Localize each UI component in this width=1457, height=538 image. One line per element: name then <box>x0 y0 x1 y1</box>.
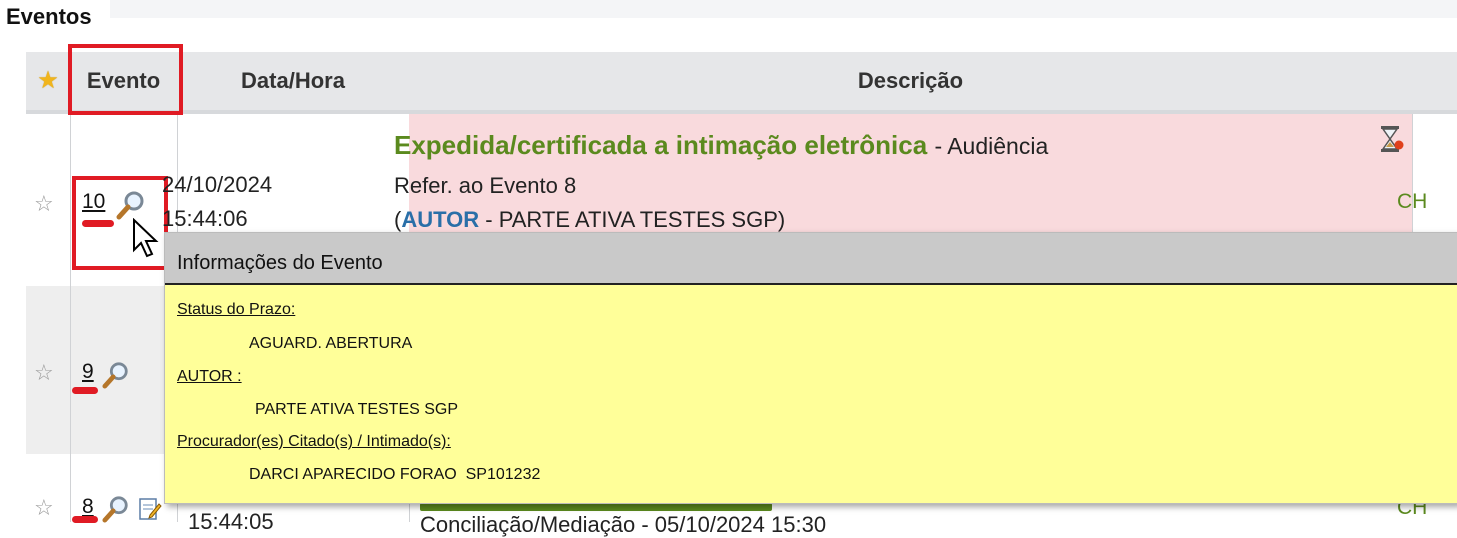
event-info-tooltip: Informações do Evento Status do Prazo: A… <box>164 232 1457 504</box>
procurador-value: DARCI APARECIDO FORAO SP101232 <box>249 466 541 483</box>
event-description-title: Expedida/certificada a intimação eletrôn… <box>394 130 1048 161</box>
party-role: AUTOR <box>401 207 480 232</box>
star-icon[interactable]: ★ <box>37 69 59 93</box>
event-number-link[interactable]: 9 <box>82 360 94 384</box>
event-description-title-text: Expedida/certificada a intimação eletrôn… <box>394 130 928 160</box>
status-value: AGUARD. ABERTURA <box>249 335 413 352</box>
autor-value: PARTE ATIVA TESTES SGP <box>255 401 459 418</box>
party-name: - PARTE ATIVA TESTES SGP) <box>485 207 786 232</box>
header-data-hora-label: Data/Hora <box>241 68 345 93</box>
event-description: Conciliação/Mediação - 05/10/2024 15:30 <box>420 512 827 537</box>
event-party: (AUTOR - PARTE ATIVA TESTES SGP) <box>394 207 785 233</box>
red-underline-mark <box>72 387 98 394</box>
event-time: 15:44:05 <box>188 509 274 534</box>
tooltip-header: Informações do Evento <box>165 233 1457 285</box>
procurador-label: Procurador(es) Citado(s) / Intimado(s): <box>177 433 451 450</box>
header-descricao[interactable]: Descrição <box>409 52 1413 110</box>
star-icon[interactable]: ☆ <box>34 497 54 519</box>
edit-icon[interactable] <box>138 496 162 527</box>
header-star-cell[interactable]: ★ <box>26 52 71 110</box>
event-description-suffix: - Audiência <box>934 133 1049 159</box>
hourglass-icon[interactable] <box>1376 124 1406 159</box>
header-extra <box>1412 52 1457 110</box>
side-link[interactable]: CH <box>1397 190 1427 214</box>
event-date: 24/10/2024 <box>162 172 273 197</box>
tooltip-title: Informações do Evento <box>177 252 383 274</box>
event-description-bar <box>420 503 772 511</box>
magnifier-icon[interactable] <box>102 495 130 523</box>
header-data-hora[interactable]: Data/Hora <box>177 52 410 110</box>
mouse-cursor-icon <box>132 217 162 263</box>
header-descricao-label: Descrição <box>857 68 964 93</box>
autor-label: AUTOR : <box>177 368 242 385</box>
status-label: Status do Prazo: <box>177 301 296 318</box>
event-time: 15:44:06 <box>162 206 248 231</box>
star-icon[interactable]: ☆ <box>34 362 54 384</box>
highlight-box <box>68 44 183 115</box>
section-title: Eventos <box>6 4 92 29</box>
magnifier-icon[interactable] <box>102 361 130 389</box>
star-icon[interactable]: ☆ <box>34 193 54 215</box>
title-strip <box>110 0 1457 18</box>
event-reference: Refer. ao Evento 8 <box>394 173 577 198</box>
